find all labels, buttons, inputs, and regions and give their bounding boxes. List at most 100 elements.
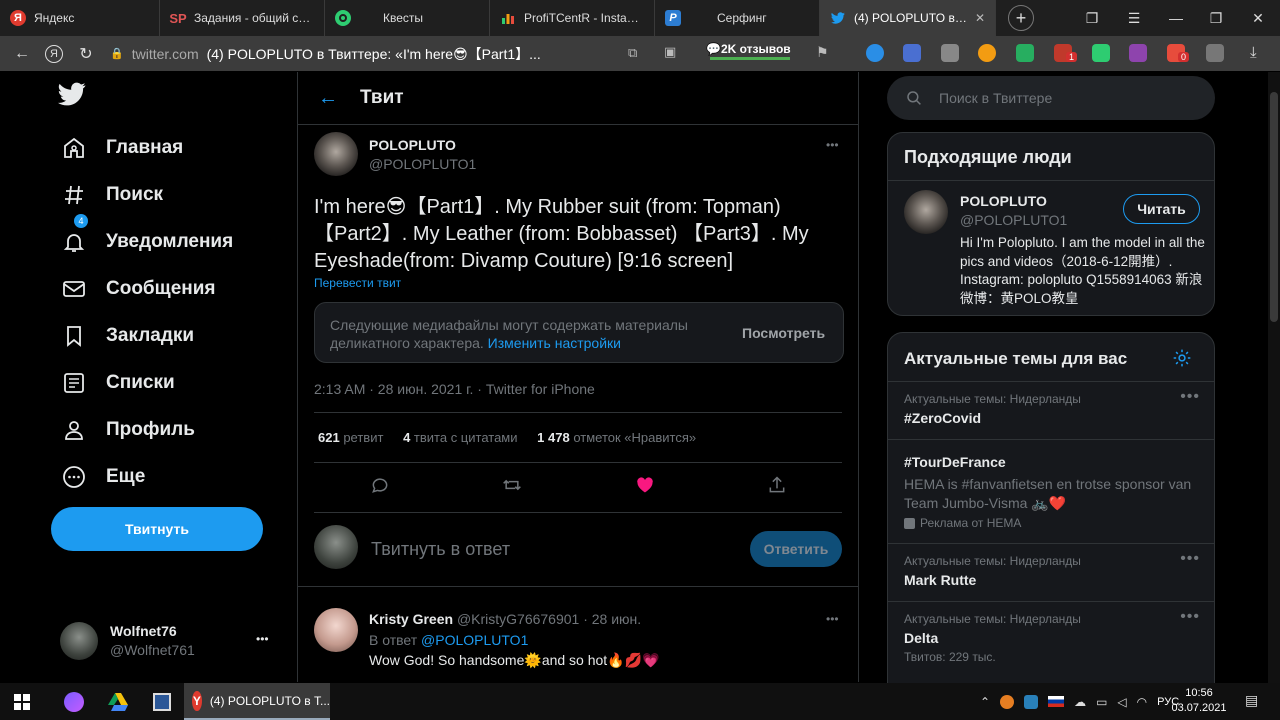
scrollbar-thumb[interactable] bbox=[1270, 92, 1278, 322]
extension-counter-icon[interactable]: ▣ bbox=[664, 44, 676, 60]
close-window-icon[interactable]: ✕ bbox=[1238, 0, 1278, 36]
search-input[interactable]: Поиск в Твиттере bbox=[939, 90, 1052, 106]
download-icon[interactable]: ⤓ bbox=[1250, 44, 1257, 61]
nav-home[interactable]: Главная bbox=[50, 124, 270, 171]
author-handle[interactable]: @POLOPLUTO1 bbox=[369, 156, 476, 172]
clock[interactable]: 10:56 03.07.2021 bbox=[1168, 686, 1230, 716]
settings-gear-icon[interactable] bbox=[1172, 348, 1192, 368]
quotes-count[interactable]: 4 bbox=[403, 430, 410, 445]
trend-item[interactable]: Актуальные темы: Нидерланды Mark Rutte •… bbox=[888, 543, 1214, 601]
yandex-button-icon[interactable]: Я bbox=[38, 38, 70, 70]
nav-lists[interactable]: Списки bbox=[50, 359, 270, 406]
change-settings-link[interactable]: Изменить настройки bbox=[488, 335, 621, 351]
save-app-icon[interactable] bbox=[140, 683, 184, 720]
notification-center-icon[interactable]: ▤ bbox=[1245, 692, 1258, 709]
maximize-icon[interactable]: ❐ bbox=[1196, 0, 1236, 36]
account-switcher[interactable]: Wolfnet76 @Wolfnet761 ••• bbox=[60, 620, 280, 662]
tray-volume-icon[interactable]: ◁ bbox=[1117, 695, 1126, 709]
tab-twitter-active[interactable]: (4) POLOPLUTO в Тв ✕ bbox=[820, 0, 996, 36]
extension-translate-icon[interactable] bbox=[1206, 44, 1224, 62]
bookmark-flag-icon[interactable]: ⚑ bbox=[816, 44, 829, 61]
follow-button[interactable]: Читать bbox=[1123, 194, 1200, 224]
account-more-icon[interactable]: ••• bbox=[256, 632, 269, 646]
reply-author-avatar[interactable] bbox=[314, 608, 358, 652]
tray-network-icon[interactable]: ▭ bbox=[1096, 695, 1107, 709]
reply-to-handle[interactable]: @POLOPLUTO1 bbox=[421, 632, 528, 648]
mail-extension-icon[interactable] bbox=[903, 44, 921, 62]
reload-icon[interactable]: ↻ bbox=[70, 38, 102, 70]
tray-wifi-icon[interactable]: ◠ bbox=[1137, 695, 1147, 709]
trend-more-icon[interactable]: ••• bbox=[1180, 608, 1200, 626]
suggested-name[interactable]: POLOPLUTO bbox=[960, 193, 1047, 209]
view-button[interactable]: Посмотреть bbox=[742, 325, 825, 341]
extension-blue-icon[interactable] bbox=[866, 44, 884, 62]
reply-author-name[interactable]: Kristy Green bbox=[369, 611, 453, 627]
nav-messages[interactable]: Сообщения bbox=[50, 265, 270, 312]
suggested-handle[interactable]: @POLOPLUTO1 bbox=[960, 212, 1067, 228]
likes-count[interactable]: 1 478 bbox=[537, 430, 570, 445]
trend-item[interactable]: Актуальные темы: Нидерланды Delta Твитов… bbox=[888, 601, 1214, 675]
translate-link[interactable]: Перевести твит bbox=[314, 276, 401, 290]
minimize-icon[interactable]: — bbox=[1156, 0, 1196, 36]
tray-app-icon[interactable] bbox=[1000, 694, 1015, 709]
tray-cloud-icon[interactable]: ☁ bbox=[1074, 695, 1086, 709]
tray-chevron-icon[interactable]: ⌃ bbox=[980, 695, 990, 709]
copy-icon[interactable]: ⧉ bbox=[628, 45, 637, 61]
drive-icon[interactable] bbox=[96, 683, 140, 720]
reply-more-icon[interactable]: ••• bbox=[826, 612, 839, 626]
tweet-more-icon[interactable]: ••• bbox=[826, 138, 839, 152]
back-arrow-icon[interactable]: ← bbox=[6, 38, 38, 70]
nav-more[interactable]: Еще bbox=[50, 453, 270, 500]
tweet-button[interactable]: Твитнуть bbox=[51, 507, 263, 551]
nav-search[interactable]: Поиск bbox=[50, 171, 270, 218]
quotes-label[interactable]: твита с цитатами bbox=[414, 430, 518, 445]
author-name[interactable]: POLOPLUTO bbox=[369, 137, 456, 153]
reply-author-handle[interactable]: @KristyG76676901 · 28 июн. bbox=[457, 611, 641, 627]
tab-tasks[interactable]: SP Задания - общий спис bbox=[160, 0, 325, 36]
twitter-logo-icon[interactable] bbox=[58, 80, 94, 116]
trend-more-icon[interactable]: ••• bbox=[1180, 550, 1200, 568]
like-icon[interactable] bbox=[635, 475, 655, 495]
close-tab-icon[interactable]: ✕ bbox=[969, 11, 985, 25]
new-tab-button[interactable]: + bbox=[1008, 5, 1034, 31]
author-avatar[interactable] bbox=[314, 132, 358, 176]
reviews-badge[interactable]: 💬2K отзывов bbox=[706, 42, 791, 56]
reply-button[interactable]: Ответить bbox=[750, 531, 842, 567]
collections-icon[interactable]: ❐ bbox=[1072, 0, 1112, 36]
extension-green-p-icon[interactable] bbox=[1016, 44, 1034, 62]
tray-flag-icon[interactable] bbox=[1048, 696, 1065, 707]
shield-extension-icon[interactable] bbox=[1092, 44, 1110, 62]
retweets-count[interactable]: 621 bbox=[318, 430, 340, 445]
tab-surfing[interactable]: P Серфинг bbox=[655, 0, 820, 36]
retweets-label[interactable]: ретвит bbox=[343, 430, 383, 445]
trend-item[interactable]: Актуальные темы: Нидерланды #ZeroCovid •… bbox=[888, 381, 1214, 439]
extension-se-icon[interactable] bbox=[1129, 44, 1147, 62]
alice-icon[interactable] bbox=[52, 683, 96, 720]
extension-doc-icon[interactable] bbox=[941, 44, 959, 62]
tab-yandex[interactable]: Я Яндекс bbox=[0, 0, 160, 36]
trend-item-promoted[interactable]: #TourDeFrance HEMA is #fanvanfietsen en … bbox=[888, 439, 1214, 543]
extension-orange-icon[interactable] bbox=[978, 44, 996, 62]
nav-bookmarks[interactable]: Закладки bbox=[50, 312, 270, 359]
tab-profitcentr[interactable]: ProfiTCentR - Instagram bbox=[490, 0, 655, 36]
url-field[interactable]: 🔒 twitter.com (4) POLOPLUTO в Твиттере: … bbox=[110, 44, 560, 64]
reply-icon[interactable] bbox=[370, 475, 390, 495]
back-arrow-icon[interactable]: ← bbox=[318, 87, 338, 110]
share-icon[interactable] bbox=[767, 475, 787, 495]
nav-profile[interactable]: Профиль bbox=[50, 406, 270, 453]
taskbar-browser-app[interactable]: Y (4) POLOPLUTO в Т... bbox=[184, 683, 330, 720]
tray-vpn-icon[interactable] bbox=[1024, 694, 1039, 709]
windows-start-icon[interactable] bbox=[0, 683, 44, 720]
suggested-avatar[interactable] bbox=[904, 190, 948, 234]
divider bbox=[314, 412, 842, 413]
nav-notifications[interactable]: 4 Уведомления bbox=[50, 214, 270, 265]
reply-input[interactable]: Твитнуть в ответ bbox=[371, 539, 510, 560]
menu-icon[interactable]: ☰ bbox=[1114, 0, 1154, 36]
retweet-icon[interactable] bbox=[502, 475, 522, 495]
likes-label[interactable]: отметок «Нравится» bbox=[573, 430, 696, 445]
trend-name: Delta bbox=[904, 630, 939, 646]
page-scrollbar[interactable] bbox=[1268, 72, 1280, 683]
search-box[interactable]: Поиск в Твиттере bbox=[887, 76, 1215, 120]
trend-more-icon[interactable]: ••• bbox=[1180, 388, 1200, 406]
tab-quests[interactable]: Квесты bbox=[325, 0, 490, 36]
